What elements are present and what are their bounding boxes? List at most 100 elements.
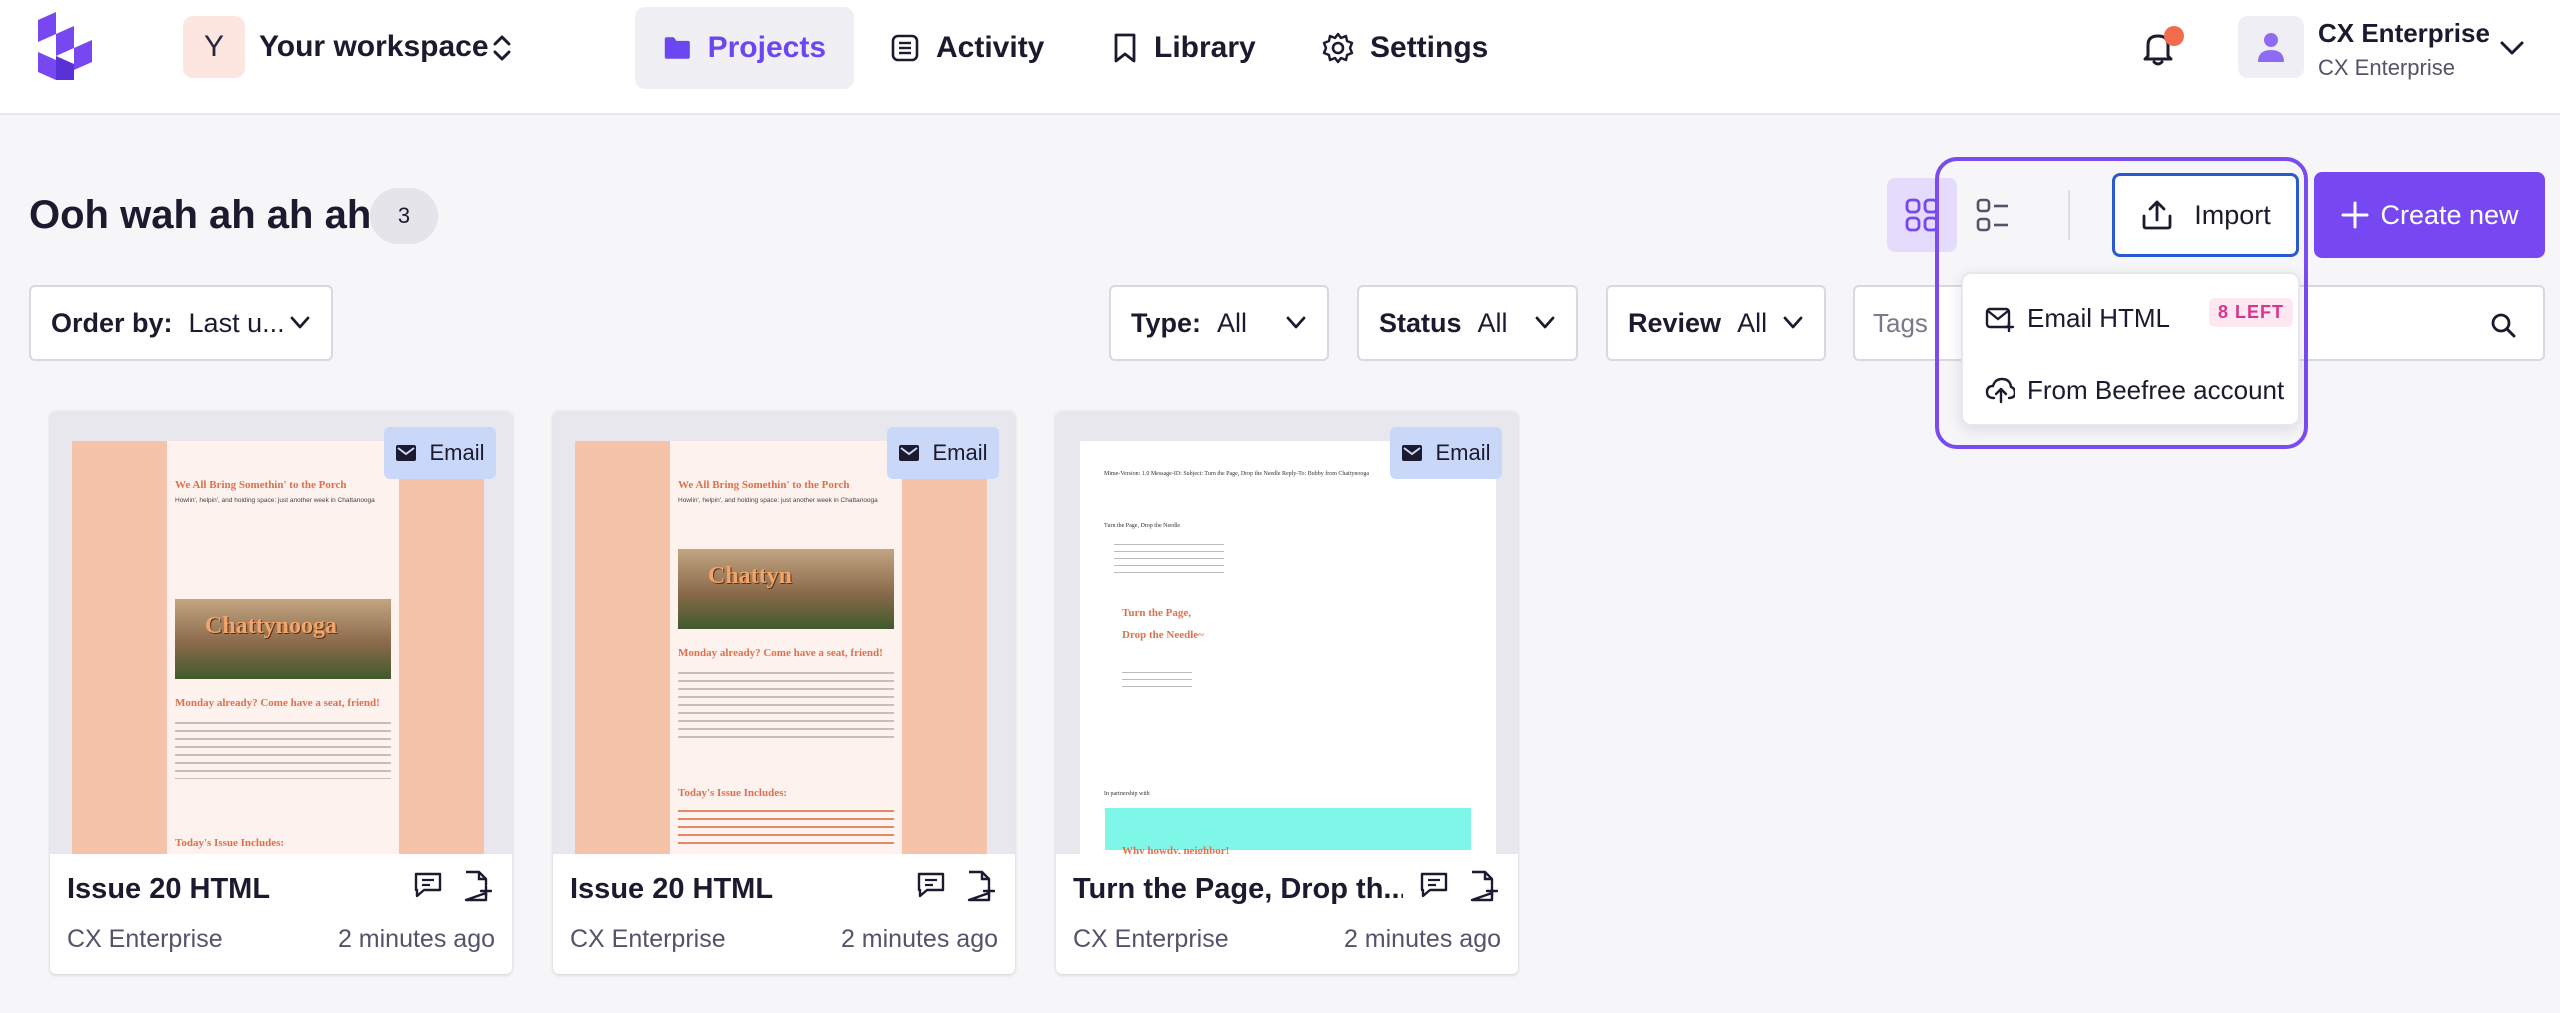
email-type-badge: Email bbox=[887, 427, 999, 479]
email-preview-thumbnail[interactable]: Mime-Version: 1.0 Message-ID: Subject: T… bbox=[1056, 411, 1518, 854]
card-title[interactable]: Turn the Page, Drop th... bbox=[1073, 873, 1403, 906]
nav-settings-label: Settings bbox=[1370, 31, 1489, 64]
nav-projects[interactable]: Projects bbox=[635, 7, 854, 89]
import-email-html-label: Email HTML bbox=[2027, 302, 2171, 333]
user-org: CX Enterprise bbox=[2318, 55, 2455, 80]
bookmark-icon bbox=[1114, 33, 1136, 63]
type-filter-value: All bbox=[1217, 307, 1248, 338]
preview-list-title: Today's Issue Includes: bbox=[678, 787, 788, 799]
card-owner: CX Enterprise bbox=[67, 925, 223, 953]
envelope-icon bbox=[899, 445, 920, 461]
page-title: Ooh wah ah ah ah bbox=[29, 193, 372, 237]
import-from-beefree-label: From Beefree account bbox=[2027, 374, 2285, 405]
preview-body-text bbox=[678, 669, 894, 739]
preview-subheading: Howlin', helpin', and holding space: jus… bbox=[678, 497, 878, 504]
preview-banner-text: Chattyn bbox=[708, 563, 793, 589]
import-dropdown-menu: Email HTML 8 LEFT From Beefree account bbox=[1961, 272, 2300, 426]
preview-banner-image: Chattyn bbox=[678, 549, 894, 629]
grid-view-icon bbox=[1905, 198, 1939, 232]
preview-section-heading: Monday already? Come have a seat, friend… bbox=[175, 697, 380, 709]
top-navigation-bar: Y Your workspace Projects Activity Libra… bbox=[0, 0, 2560, 115]
status-filter-label: Status bbox=[1379, 307, 1462, 338]
preview-link-list bbox=[678, 807, 894, 847]
preview-footer-heading: Why howdy, neighbor! bbox=[1122, 845, 1230, 854]
nav-library-label: Library bbox=[1154, 31, 1256, 64]
html-document-preview: Mime-Version: 1.0 Message-ID: Subject: T… bbox=[1080, 441, 1496, 854]
newsletter-body: We All Bring Somethin' to the Porch Howl… bbox=[167, 441, 399, 854]
preview-body-text bbox=[1122, 669, 1192, 687]
email-type-label: Email bbox=[932, 440, 988, 465]
preview-heading-line1: Turn the Page, bbox=[1122, 607, 1191, 619]
email-preview-thumbnail[interactable]: We All Bring Somethin' to the Porch Howl… bbox=[50, 411, 512, 854]
activity-list-icon bbox=[891, 34, 919, 62]
cloud-upload-icon bbox=[1985, 377, 2015, 404]
preview-partner-text: In partnership with bbox=[1104, 791, 1150, 797]
comments-icon[interactable] bbox=[915, 870, 947, 900]
project-card[interactable]: We All Bring Somethin' to the Porch Howl… bbox=[553, 411, 1015, 974]
preview-body-text bbox=[175, 719, 391, 779]
search-icon[interactable] bbox=[2489, 311, 2517, 339]
workspace-avatar[interactable]: Y bbox=[183, 16, 245, 78]
remaining-imports-badge: 8 LEFT bbox=[2209, 298, 2294, 327]
preview-banner-text: Chattynooga bbox=[205, 613, 338, 639]
beefree-logo-icon[interactable] bbox=[28, 12, 100, 80]
review-filter-label: Review bbox=[1628, 307, 1722, 338]
status-filter-select[interactable]: Status All bbox=[1357, 285, 1578, 361]
preview-banner-image: Chattynooga bbox=[175, 599, 391, 679]
import-email-html-item[interactable]: Email HTML bbox=[1985, 298, 2170, 338]
nav-settings[interactable]: Settings bbox=[1294, 7, 1516, 89]
review-filter-value: All bbox=[1737, 307, 1768, 338]
email-import-icon bbox=[1985, 307, 2015, 332]
order-by-value: Last u... bbox=[188, 307, 285, 338]
create-new-button[interactable]: Create new bbox=[2314, 172, 2545, 258]
order-by-select[interactable]: Order by: Last u... bbox=[29, 285, 333, 361]
envelope-icon bbox=[1402, 445, 1423, 461]
card-title[interactable]: Issue 20 HTML bbox=[67, 873, 397, 906]
chevron-down-icon bbox=[290, 316, 310, 329]
email-type-label: Email bbox=[429, 440, 485, 465]
newsletter-preview: We All Bring Somethin' to the Porch Howl… bbox=[72, 441, 484, 854]
duplicate-file-icon[interactable] bbox=[1468, 869, 1498, 903]
card-title[interactable]: Issue 20 HTML bbox=[570, 873, 900, 906]
card-owner: CX Enterprise bbox=[1073, 925, 1229, 953]
duplicate-file-icon[interactable] bbox=[462, 869, 492, 903]
comments-icon[interactable] bbox=[1418, 870, 1450, 900]
workspace-name[interactable]: Your workspace bbox=[259, 30, 489, 64]
email-type-badge: Email bbox=[384, 427, 496, 479]
card-timestamp: 2 minutes ago bbox=[840, 925, 998, 953]
chevron-down-icon bbox=[1535, 316, 1555, 329]
comments-icon[interactable] bbox=[412, 870, 444, 900]
user-name[interactable]: CX Enterprise bbox=[2318, 18, 2490, 49]
workspace-switch-chevron-icon[interactable] bbox=[490, 30, 514, 66]
status-filter-value: All bbox=[1477, 307, 1508, 338]
nav-projects-label: Projects bbox=[707, 31, 826, 64]
email-preview-thumbnail[interactable]: We All Bring Somethin' to the Porch Howl… bbox=[553, 411, 1015, 854]
preview-heading: We All Bring Somethin' to the Porch bbox=[678, 479, 850, 491]
preview-section-heading: Monday already? Come have a seat, friend… bbox=[678, 647, 883, 659]
card-timestamp: 2 minutes ago bbox=[1343, 925, 1501, 953]
card-timestamp: 2 minutes ago bbox=[337, 925, 495, 953]
nav-library[interactable]: Library bbox=[1084, 7, 1284, 89]
review-filter-select[interactable]: Review All bbox=[1606, 285, 1826, 361]
preview-code-lines bbox=[1114, 541, 1224, 577]
project-count-badge: 3 bbox=[370, 188, 438, 244]
gear-icon bbox=[1322, 32, 1354, 64]
preview-highlight-band bbox=[1105, 808, 1471, 850]
type-filter-label: Type: bbox=[1131, 307, 1202, 338]
preview-heading-line2: Drop the Needle~ bbox=[1122, 629, 1204, 641]
type-filter-select[interactable]: Type: All bbox=[1109, 285, 1329, 361]
import-from-beefree-item[interactable]: From Beefree account bbox=[1985, 370, 2284, 410]
email-type-label: Email bbox=[1435, 440, 1491, 465]
create-new-label: Create new bbox=[2380, 199, 2519, 230]
user-avatar[interactable] bbox=[2238, 16, 2304, 78]
project-card[interactable]: We All Bring Somethin' to the Porch Howl… bbox=[50, 411, 512, 974]
duplicate-file-icon[interactable] bbox=[965, 869, 995, 903]
nav-activity[interactable]: Activity bbox=[862, 7, 1072, 89]
project-card[interactable]: Mime-Version: 1.0 Message-ID: Subject: T… bbox=[1056, 411, 1518, 974]
preview-list-title: Today's Issue Includes: bbox=[175, 837, 285, 849]
chevron-down-icon bbox=[1783, 316, 1803, 329]
chevron-down-icon bbox=[1286, 316, 1306, 329]
preview-subheading: Howlin', helpin', and holding space: jus… bbox=[175, 497, 375, 504]
chevron-down-icon[interactable] bbox=[2498, 38, 2526, 58]
nav-activity-label: Activity bbox=[936, 31, 1045, 64]
